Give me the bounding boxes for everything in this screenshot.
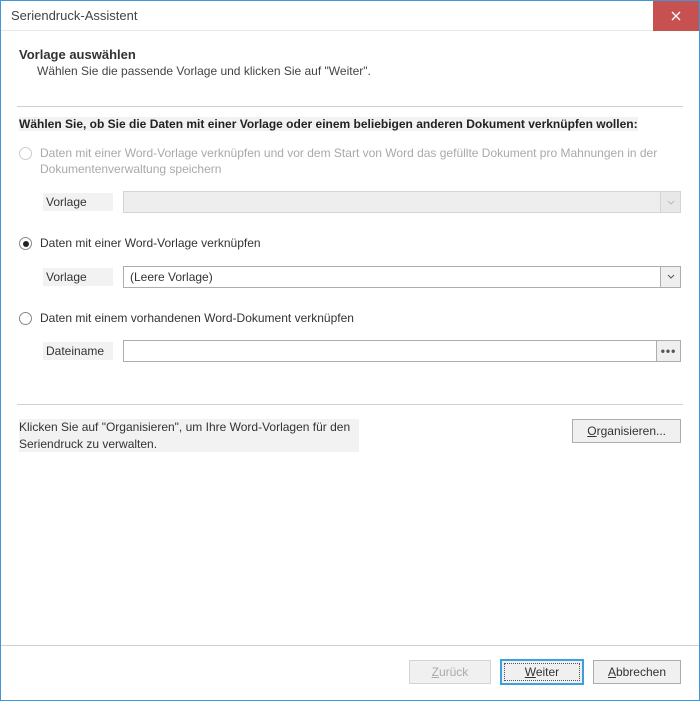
option-word-template[interactable]: Daten mit einer Word-Vorlage verknüpfen <box>19 235 681 251</box>
option-c-filename-field[interactable]: ••• <box>123 340 681 362</box>
content-area: Vorlage auswählen Wählen Sie die passend… <box>1 31 699 645</box>
titlebar: Seriendruck-Assistent <box>1 1 699 31</box>
footer: Zurück Weiter Abbrechen <box>1 645 699 700</box>
divider <box>17 404 683 405</box>
back-button: Zurück <box>409 660 491 684</box>
close-icon <box>671 11 681 21</box>
option-a-template-combo <box>123 191 681 213</box>
option-c-field-label: Dateiname <box>43 342 113 360</box>
next-button[interactable]: Weiter <box>501 660 583 684</box>
close-button[interactable] <box>653 1 699 31</box>
window-title: Seriendruck-Assistent <box>11 8 137 23</box>
organize-hint: Klicken Sie auf "Organisieren", um Ihre … <box>19 419 359 453</box>
option-existing-document[interactable]: Daten mit einem vorhandenen Word-Dokumen… <box>19 310 681 326</box>
option-c-label: Daten mit einem vorhandenen Word-Dokumen… <box>40 310 354 326</box>
option-a-field-label: Vorlage <box>43 193 113 211</box>
option-b-label: Daten mit einer Word-Vorlage verknüpfen <box>40 235 261 251</box>
organize-button[interactable]: Organisieren... <box>572 419 681 443</box>
divider <box>17 106 683 107</box>
option-b-field-label: Vorlage <box>43 268 113 286</box>
chevron-down-icon[interactable] <box>660 267 680 287</box>
option-c-filename-value <box>124 341 656 361</box>
page-subheading: Wählen Sie die passende Vorlage und klic… <box>19 64 681 78</box>
option-b-template-combo[interactable]: (Leere Vorlage) <box>123 266 681 288</box>
chevron-down-icon <box>660 192 680 212</box>
wizard-window: Seriendruck-Assistent Vorlage auswählen … <box>0 0 700 701</box>
browse-button[interactable]: ••• <box>656 341 680 361</box>
radio-option-a <box>19 147 32 160</box>
group-prompt: Wählen Sie, ob Sie die Daten mit einer V… <box>19 117 638 131</box>
radio-option-c[interactable] <box>19 312 32 325</box>
cancel-button[interactable]: Abbrechen <box>593 660 681 684</box>
page-heading: Vorlage auswählen <box>19 47 681 62</box>
option-a-label: Daten mit einer Word-Vorlage verknüpfen … <box>40 145 681 177</box>
ellipsis-icon: ••• <box>661 344 677 358</box>
option-save-per-mahnung: Daten mit einer Word-Vorlage verknüpfen … <box>19 145 681 177</box>
radio-option-b[interactable] <box>19 237 32 250</box>
option-b-template-value: (Leere Vorlage) <box>124 270 660 284</box>
